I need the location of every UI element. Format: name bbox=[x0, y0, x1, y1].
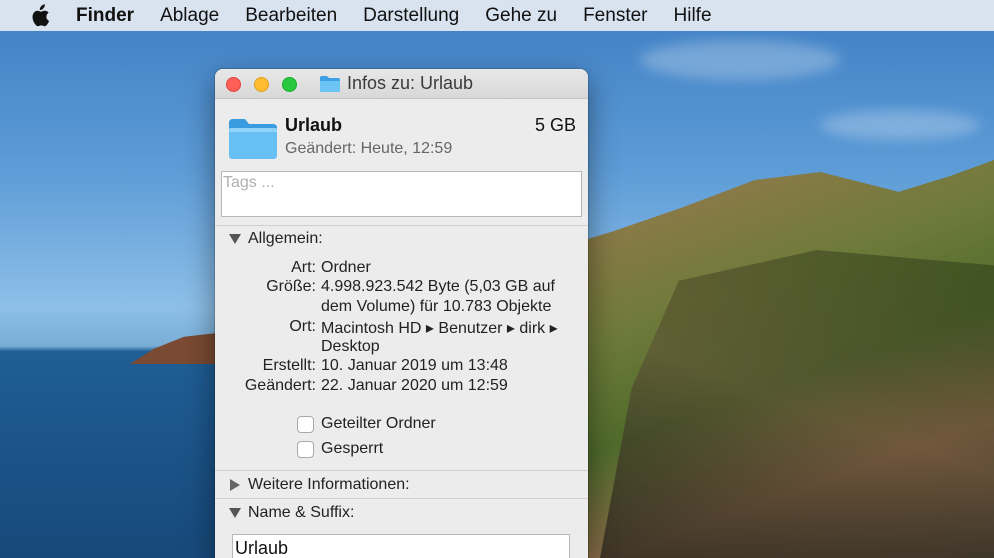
info-value-groesse-cont: dem Volume) für 10.783 Objekte bbox=[321, 298, 552, 315]
shared-folder-checkbox[interactable] bbox=[297, 415, 314, 433]
section-name-suffix[interactable]: Name & Suffix: bbox=[229, 504, 354, 522]
folder-icon bbox=[320, 75, 340, 92]
disclosure-closed-icon bbox=[230, 479, 240, 491]
menu-bearbeiten[interactable]: Bearbeiten bbox=[245, 5, 337, 27]
info-value-groesse: 4.998.923.542 Byte (5,03 GB auf bbox=[321, 278, 555, 295]
minimize-button[interactable] bbox=[254, 77, 269, 92]
cloud bbox=[640, 40, 840, 80]
menu-fenster[interactable]: Fenster bbox=[583, 5, 647, 27]
folder-icon bbox=[229, 119, 277, 159]
cloud bbox=[820, 110, 980, 140]
menu-darstellung[interactable]: Darstellung bbox=[363, 5, 459, 27]
name-input[interactable]: Urlaub bbox=[232, 534, 570, 558]
divider bbox=[215, 498, 588, 499]
section-more-info[interactable]: Weitere Informationen: bbox=[229, 476, 410, 494]
maximize-button[interactable] bbox=[282, 77, 297, 92]
menu-hilfe[interactable]: Hilfe bbox=[674, 5, 712, 27]
file-modified: Geändert: Heute, 12:59 bbox=[285, 140, 453, 157]
file-header: Urlaub 5 GB Geändert: Heute, 12:59 bbox=[215, 99, 588, 169]
locked-checkbox[interactable] bbox=[297, 440, 314, 458]
file-size: 5 GB bbox=[534, 115, 576, 135]
section-name-suffix-label: Name & Suffix: bbox=[248, 504, 355, 521]
menu-ablage[interactable]: Ablage bbox=[160, 5, 219, 27]
info-value-art: Ordner bbox=[321, 259, 371, 276]
info-window: Infos zu: Urlaub Urlaub 5 GB Geändert: H… bbox=[215, 69, 588, 558]
file-name: Urlaub bbox=[285, 115, 343, 135]
shared-folder-option[interactable]: Geteilter Ordner bbox=[297, 415, 436, 433]
info-value-ort: Macintosh HD ▸ Benutzer ▸ dirk ▸ bbox=[321, 320, 558, 337]
info-value-geaendert: 22. Januar 2020 um 12:59 bbox=[321, 377, 508, 394]
info-label-geaendert: Geändert: bbox=[244, 377, 316, 394]
info-label-art: Art: bbox=[291, 259, 316, 276]
divider bbox=[215, 470, 588, 471]
info-label-groesse: Größe: bbox=[266, 278, 316, 295]
locked-option[interactable]: Gesperrt bbox=[297, 440, 383, 458]
section-general-label: Allgemein: bbox=[248, 230, 323, 247]
close-button[interactable] bbox=[226, 77, 241, 92]
info-value-ort-cont: Desktop bbox=[321, 338, 380, 355]
section-general[interactable]: Allgemein: bbox=[229, 230, 323, 248]
menu-bar: Finder Ablage Bearbeiten Darstellung Geh… bbox=[0, 0, 994, 31]
info-value-erstellt: 10. Januar 2019 um 13:48 bbox=[321, 357, 508, 374]
section-more-info-label: Weitere Informationen: bbox=[248, 476, 410, 493]
locked-label: Gesperrt bbox=[321, 440, 384, 457]
menu-gehe-zu[interactable]: Gehe zu bbox=[485, 5, 557, 27]
tags-input[interactable]: Tags ... bbox=[221, 171, 582, 217]
divider bbox=[215, 225, 588, 226]
window-title: Infos zu: Urlaub bbox=[319, 73, 473, 94]
disclosure-open-icon bbox=[229, 234, 241, 244]
info-label-ort: Ort: bbox=[289, 318, 316, 335]
info-label-erstellt: Erstellt: bbox=[262, 357, 316, 374]
menu-finder[interactable]: Finder bbox=[76, 5, 134, 27]
disclosure-open-icon bbox=[229, 508, 241, 518]
apple-icon[interactable] bbox=[28, 3, 50, 28]
window-titlebar[interactable]: Infos zu: Urlaub bbox=[215, 69, 588, 99]
window-title-text: Infos zu: Urlaub bbox=[347, 73, 474, 93]
shared-folder-label: Geteilter Ordner bbox=[321, 415, 436, 432]
